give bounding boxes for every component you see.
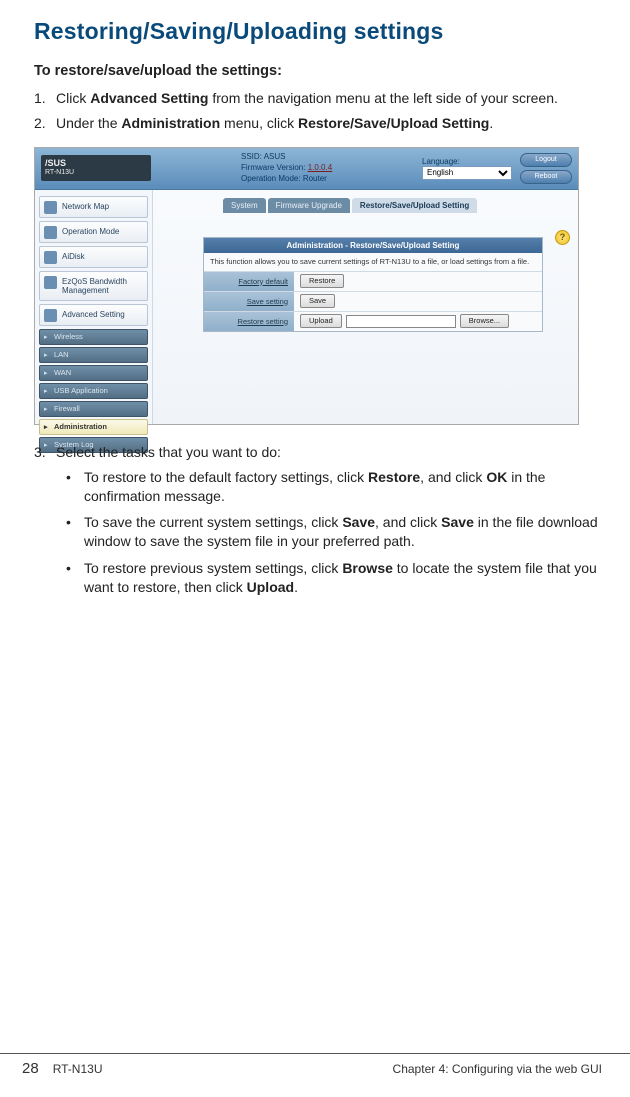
nav-network-map[interactable]: Network Map [39,196,148,218]
step-1: Click Advanced Setting from the navigati… [34,89,602,108]
page-title: Restoring/Saving/Uploading settings [34,18,602,45]
page-footer: 28 RT-N13U Chapter 4: Configuring via th… [0,1053,630,1077]
row-factory-default: Factory default Restore [204,271,542,291]
row-restore-setting: Restore setting Upload Browse... [204,311,542,331]
language-select[interactable]: English [422,166,512,180]
task-bullets: To restore to the default factory settin… [56,468,602,597]
restore-button[interactable]: Restore [300,274,344,288]
panel-description: This function allows you to save current… [204,253,542,271]
help-icon[interactable]: ? [555,230,570,245]
router-ui-screenshot: /SUS RT-N13U SSID: ASUS Firmware Version… [34,147,579,425]
subnav-usb[interactable]: USB Application [39,383,148,399]
bullet-upload: To restore previous system settings, cli… [56,559,602,597]
bullet-restore: To restore to the default factory settin… [56,468,602,506]
subnav-administration[interactable]: Administration [39,419,148,435]
step-3: Select the tasks that you want to do: To… [34,443,602,597]
row-save-setting: Save setting Save [204,291,542,311]
subnav-wireless[interactable]: Wireless [39,329,148,345]
file-path-input[interactable] [346,315,456,328]
subnav-lan[interactable]: LAN [39,347,148,363]
steps-list: Click Advanced Setting from the navigati… [34,89,602,133]
instructions-heading: To restore/save/upload the settings: [34,63,602,79]
upload-button[interactable]: Upload [300,314,342,328]
footer-chapter: Chapter 4: Configuring via the web GUI [393,1062,602,1076]
save-button[interactable]: Save [300,294,335,308]
tab-firmware[interactable]: Firmware Upgrade [268,198,350,213]
logout-button[interactable]: Logout [520,153,572,167]
reboot-button[interactable]: Reboot [520,170,572,184]
language-block: Language: English [422,157,512,180]
step-2: Under the Administration menu, click Res… [34,114,602,133]
steps-list-continued: Select the tasks that you want to do: To… [34,443,602,597]
router-topbar: /SUS RT-N13U SSID: ASUS Firmware Version… [35,148,578,190]
bullet-save: To save the current system settings, cli… [56,513,602,551]
panel-title: Administration - Restore/Save/Upload Set… [204,238,542,253]
firmware-link[interactable]: 1.0.0.4 [308,163,332,172]
router-logo: /SUS RT-N13U [41,155,151,181]
page-number: 28 [22,1060,39,1077]
footer-model: RT-N13U [53,1062,103,1076]
router-info: SSID: ASUS Firmware Version: 1.0.0.4 Ope… [241,152,412,184]
tab-system[interactable]: System [223,198,266,213]
subnav-firewall[interactable]: Firewall [39,401,148,417]
router-main: System Firmware Upgrade Restore/Save/Upl… [153,190,578,424]
router-sidebar: Network Map Operation Mode AiDisk EzQoS … [35,190,153,424]
subnav-wan[interactable]: WAN [39,365,148,381]
nav-aidisk[interactable]: AiDisk [39,246,148,268]
nav-advanced-setting[interactable]: Advanced Setting [39,304,148,326]
nav-ezqos[interactable]: EzQoS Bandwidth Management [39,271,148,301]
browse-button[interactable]: Browse... [460,314,509,328]
settings-panel: Administration - Restore/Save/Upload Set… [203,237,543,332]
tab-restore-save-upload[interactable]: Restore/Save/Upload Setting [352,198,477,213]
nav-operation-mode[interactable]: Operation Mode [39,221,148,243]
